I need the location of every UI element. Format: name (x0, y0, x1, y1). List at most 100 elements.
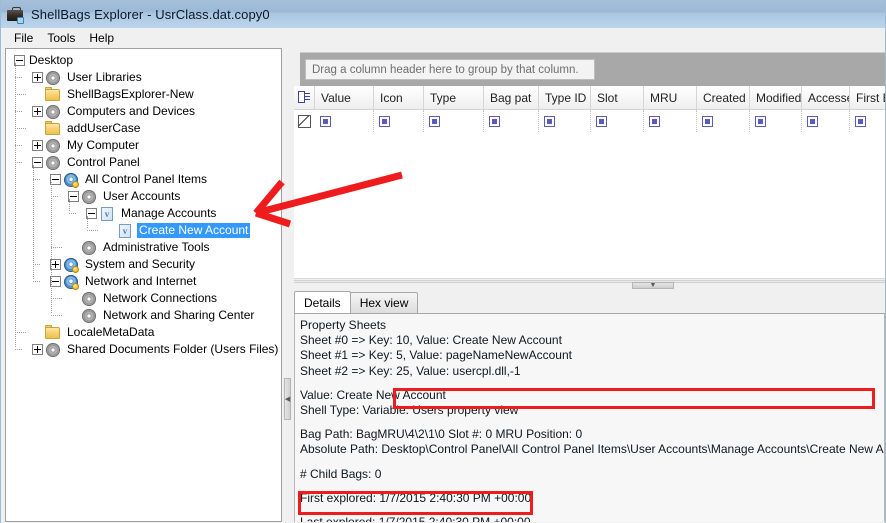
tree-node-row[interactable]: Desktop (10, 52, 281, 69)
grid-column-header[interactable]: First Exp (850, 86, 886, 109)
tree-guide-line (15, 349, 22, 351)
grid-filter-cell[interactable] (484, 110, 539, 132)
grid-column-header[interactable]: Modified (750, 86, 802, 109)
filter-clear-button[interactable] (294, 110, 315, 132)
gear-icon (45, 104, 61, 120)
grid-filter-cell[interactable] (850, 110, 886, 132)
filter-dropdown-icon[interactable] (544, 116, 555, 127)
tree-node-row[interactable]: Control Panel (10, 154, 281, 171)
filter-dropdown-icon[interactable] (755, 116, 766, 127)
tree-expander-placeholder (68, 310, 79, 321)
menu-item-help[interactable]: Help (82, 29, 121, 47)
grid-filter-cell[interactable] (697, 110, 750, 132)
property-page-icon: v (117, 223, 133, 239)
details-spacer (300, 482, 884, 491)
grid-column-header[interactable]: Value (315, 86, 374, 109)
tree-guide-line (51, 298, 62, 300)
group-by-panel[interactable]: Drag a column header here to group by th… (300, 52, 885, 86)
grid-column-header[interactable]: MRU (644, 86, 697, 109)
filter-dropdown-icon[interactable] (429, 116, 440, 127)
tree-node-row[interactable]: ShellBagsExplorer-New (10, 86, 281, 103)
horizontal-splitter[interactable]: ▼ (294, 279, 885, 291)
grid-body-empty[interactable] (294, 132, 885, 279)
grid-column-header-row: ValueIconTypeBag patType IDSlotMRUCreate… (294, 86, 885, 110)
filter-dropdown-icon[interactable] (489, 116, 500, 127)
tree-node-row[interactable]: LocaleMetaData (10, 324, 281, 341)
vertical-splitter-handle[interactable]: ◀ (284, 378, 291, 420)
grid-column-header[interactable]: Created (697, 86, 750, 109)
tree-node-label: User Libraries (65, 70, 144, 85)
tree-node-label: User Accounts (101, 189, 182, 204)
tree-guide-line (33, 281, 40, 283)
details-line: First explored: 1/7/2015 2:40:30 PM +00:… (300, 491, 884, 506)
tree-node-label: Administrative Tools (101, 240, 212, 255)
tree-guide-line (15, 111, 22, 113)
grid-filter-cell[interactable] (750, 110, 802, 132)
filter-dropdown-icon[interactable] (320, 116, 331, 127)
filter-dropdown-icon[interactable] (649, 116, 660, 127)
horizontal-splitter-bar (294, 280, 885, 283)
gear-icon (45, 155, 61, 171)
horizontal-splitter-handle[interactable]: ▼ (632, 282, 674, 289)
vertical-splitter[interactable]: ◀ (283, 48, 293, 522)
details-line: # Child Bags: 0 (300, 467, 884, 482)
grid-column-header[interactable]: Bag pat (484, 86, 539, 109)
tree-node-label: All Control Panel Items (83, 172, 209, 187)
tree-node-row[interactable]: Computers and Devices (10, 103, 281, 120)
details-pane[interactable]: Property SheetsSheet #0 => Key: 10, Valu… (294, 314, 885, 522)
details-line: Sheet #0 => Key: 10, Value: Create New A… (300, 333, 884, 348)
details-line: Value: Create New Account (300, 388, 884, 403)
grid-filter-row[interactable] (294, 110, 885, 132)
grid-column-header[interactable]: Accesse (802, 86, 850, 109)
grid-filter-cell[interactable] (315, 110, 374, 132)
filter-dropdown-icon[interactable] (379, 116, 390, 127)
briefcase-icon (7, 6, 24, 22)
tree-expand-plus-icon[interactable] (32, 344, 43, 355)
grid-filter-cell[interactable] (374, 110, 424, 132)
tree-node-label: Network and Internet (83, 274, 198, 289)
details-line: Sheet #2 => Key: 25, Value: usercpl.dll,… (300, 364, 884, 379)
tree-node-label: Network Connections (101, 291, 219, 306)
tree-guide-line (15, 332, 26, 334)
tree-node-row[interactable]: addUserCase (10, 120, 281, 137)
grid-filter-cell[interactable] (424, 110, 484, 132)
tree-node-row[interactable]: User Libraries (10, 69, 281, 86)
tree-node-label: System and Security (83, 257, 197, 272)
tree-node-label: Control Panel (65, 155, 142, 170)
filter-dropdown-icon[interactable] (596, 116, 607, 127)
grid-column-header[interactable]: Type (424, 86, 484, 109)
column-chooser-button[interactable] (294, 86, 315, 109)
tree-expand-plus-icon[interactable] (32, 72, 43, 83)
grid-column-header[interactable]: Icon (374, 86, 424, 109)
grid-column-header[interactable]: Slot (591, 86, 644, 109)
tab-details[interactable]: Details (294, 291, 351, 313)
gear-icon (81, 308, 97, 324)
tree-expand-plus-icon[interactable] (32, 140, 43, 151)
tree-guide-line (69, 199, 71, 211)
tree-guide-line (87, 230, 98, 232)
title-bar: ShellBags Explorer - UsrClass.dat.copy0 (0, 0, 886, 28)
grid-filter-cell[interactable] (644, 110, 697, 132)
folder-icon (45, 325, 61, 341)
tree-node-row[interactable]: Shared Documents Folder (Users Files) (10, 341, 281, 358)
tree-guide-line (15, 94, 26, 96)
filter-dropdown-icon[interactable] (855, 116, 866, 127)
tree-guide-line (15, 77, 22, 79)
grid-filter-cell[interactable] (539, 110, 591, 132)
tree-node-row[interactable]: My Computer (10, 137, 281, 154)
group-drop-hint[interactable]: Drag a column header here to group by th… (305, 59, 595, 80)
tree-expand-plus-icon[interactable] (32, 106, 43, 117)
tree-node-label: LocaleMetaData (65, 325, 156, 340)
folder-icon (45, 87, 61, 103)
tree-node-label: addUserCase (65, 121, 142, 136)
grid-filter-cell[interactable] (591, 110, 644, 132)
gear-icon (81, 189, 97, 205)
tab-hex-view[interactable]: Hex view (350, 292, 419, 313)
menu-item-file[interactable]: File (7, 29, 40, 47)
filter-dropdown-icon[interactable] (807, 116, 818, 127)
shellbag-tree-panel[interactable]: DesktopUser LibrariesShellBagsExplorer-N… (5, 48, 282, 522)
grid-column-header[interactable]: Type ID (539, 86, 591, 109)
grid-filter-cell[interactable] (802, 110, 850, 132)
filter-dropdown-icon[interactable] (702, 116, 713, 127)
menu-item-tools[interactable]: Tools (40, 29, 82, 47)
